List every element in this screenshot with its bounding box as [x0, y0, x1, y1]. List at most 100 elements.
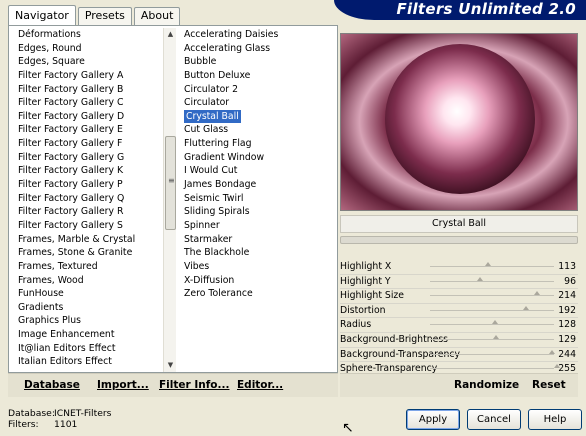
cancel-button[interactable]: Cancel	[467, 409, 521, 430]
category-item[interactable]: Graphics Plus	[17, 314, 159, 328]
parameter-slider[interactable]	[430, 305, 554, 311]
parameter-label: Radius	[340, 319, 372, 331]
parameter-value: 244	[558, 348, 576, 360]
parameter-slider[interactable]	[430, 364, 560, 370]
filter-item[interactable]: James Bondage	[183, 178, 333, 192]
preview-image	[340, 33, 578, 211]
filter-item-label: Starmaker	[184, 233, 233, 245]
filter-item[interactable]: Vibes	[183, 260, 333, 274]
database-button[interactable]: Database	[24, 379, 80, 391]
filter-item[interactable]: Circulator 2	[183, 83, 333, 97]
parameter-slider[interactable]	[430, 334, 554, 340]
scroll-up-icon[interactable]: ▲	[166, 30, 175, 39]
category-item[interactable]: Filter Factory Gallery Q	[17, 192, 159, 206]
category-item[interactable]: Italian Editors Effect	[17, 355, 159, 369]
category-item[interactable]: Filter Factory Gallery D	[17, 110, 159, 124]
slider-thumb-icon[interactable]	[492, 334, 499, 339]
category-item[interactable]: FunHouse	[17, 287, 159, 301]
parameter-slider[interactable]	[430, 262, 554, 267]
editor-button[interactable]: Editor...	[237, 379, 283, 391]
filter-item[interactable]: Zero Tolerance	[183, 287, 333, 301]
category-item[interactable]: Filter Factory Gallery A	[17, 69, 159, 83]
parameter-label: Background-Transparency	[340, 348, 460, 360]
category-item[interactable]: Filter Factory Gallery P	[17, 178, 159, 192]
category-item[interactable]: Filter Factory Gallery E	[17, 123, 159, 137]
parameter-row: Background-Brightness 129	[340, 333, 578, 348]
filter-item[interactable]: Seismic Twirl	[183, 192, 333, 206]
category-item[interactable]: Image Enhancement	[17, 328, 159, 342]
category-scrollbar[interactable]: ▲ ≡ ▼	[163, 28, 176, 372]
filter-item-label: Seismic Twirl	[184, 192, 244, 204]
filter-item[interactable]: Accelerating Daisies	[183, 28, 333, 42]
filter-item[interactable]: Starmaker	[183, 233, 333, 247]
category-item[interactable]: Edges, Square	[17, 55, 159, 69]
filter-item-label: Accelerating Glass	[184, 42, 271, 54]
filter-item[interactable]: Spinner	[183, 219, 333, 233]
filter-item[interactable]: Gradient Window	[183, 151, 333, 165]
slider-thumb-icon[interactable]	[484, 262, 491, 266]
category-item[interactable]: Filter Factory Gallery C	[17, 96, 159, 110]
crystal-ball-preview	[385, 44, 535, 194]
slider-thumb-icon[interactable]	[534, 291, 541, 296]
filter-item[interactable]: The Blackhole	[183, 246, 333, 260]
filter-item[interactable]: Button Deluxe	[183, 69, 333, 83]
filter-info-button[interactable]: Filter Info...	[159, 379, 229, 391]
parameter-slider[interactable]	[430, 291, 554, 297]
mouse-cursor-icon: ↖	[342, 420, 354, 436]
category-item[interactable]: Frames, Marble & Crystal	[17, 233, 159, 247]
category-item[interactable]: Filter Factory Gallery F	[17, 137, 159, 151]
category-item[interactable]: Déformations	[17, 28, 159, 42]
category-item[interactable]: Frames, Wood	[17, 274, 159, 288]
category-item[interactable]: Filter Factory Gallery G	[17, 151, 159, 165]
category-item[interactable]: Gradients	[17, 301, 159, 315]
category-item[interactable]: It@lian Editors Effect	[17, 342, 159, 356]
parameter-label: Background-Brightness	[340, 333, 449, 345]
scroll-down-icon[interactable]: ▼	[166, 361, 175, 370]
filter-item[interactable]: Cut Glass	[183, 123, 333, 137]
category-item[interactable]: Filter Factory Gallery K	[17, 164, 159, 178]
filter-item[interactable]: Circulator	[183, 96, 333, 110]
category-item[interactable]: Frames, Stone & Granite	[17, 246, 159, 260]
filter-item[interactable]: X-Diffusion	[183, 274, 333, 288]
slider-thumb-icon[interactable]	[476, 276, 483, 281]
filter-item-label: James Bondage	[184, 179, 257, 191]
filter-list[interactable]: Accelerating Daisies Accelerating Glass Bu…	[183, 28, 333, 301]
category-item[interactable]: Filter Factory Gallery R	[17, 205, 159, 219]
filter-item-label: Button Deluxe	[184, 69, 251, 81]
help-button[interactable]: Help	[528, 409, 582, 430]
filter-item[interactable]: I Would Cut	[183, 164, 333, 178]
filter-item-label: Sliding Spirals	[184, 206, 250, 218]
parameter-value: 214	[558, 290, 576, 302]
parameter-label: Distortion	[340, 304, 386, 316]
filter-item-label: Crystal Ball	[184, 109, 241, 124]
reset-button[interactable]: Reset	[532, 379, 566, 391]
slider-thumb-icon[interactable]	[523, 305, 530, 310]
filter-item-label: Bubble	[184, 56, 217, 68]
randomize-button[interactable]: Randomize	[454, 379, 519, 391]
filter-item[interactable]: Accelerating Glass	[183, 42, 333, 56]
parameter-slider[interactable]	[430, 276, 554, 282]
filter-item[interactable]: Bubble	[183, 55, 333, 69]
category-item[interactable]: Filter Factory Gallery S	[17, 219, 159, 233]
category-item[interactable]: Filter Factory Gallery B	[17, 83, 159, 97]
scroll-thumb[interactable]: ≡	[165, 136, 176, 230]
category-item[interactable]: Edges, Round	[17, 42, 159, 56]
category-item[interactable]: Frames, Textured	[17, 260, 159, 274]
parameter-value: 129	[558, 333, 576, 345]
parameter-slider[interactable]	[430, 320, 554, 326]
slider-thumb-icon[interactable]	[492, 320, 499, 325]
tab-navigator[interactable]: Navigator	[8, 5, 76, 25]
parameter-slider[interactable]	[430, 349, 555, 355]
category-list[interactable]: Déformations Edges, Round Edges, Square Fil…	[17, 28, 159, 369]
slider-thumb-icon[interactable]	[548, 349, 555, 354]
filter-item[interactable]: Crystal Ball	[183, 109, 333, 124]
tab-presets[interactable]: Presets	[77, 7, 132, 25]
apply-button[interactable]: Apply	[406, 409, 460, 430]
navigator-panel: Déformations Edges, Round Edges, Square Fil…	[8, 25, 338, 373]
filter-item[interactable]: Fluttering Flag	[183, 137, 333, 151]
import-button[interactable]: Import...	[97, 379, 149, 391]
parameter-value: 96	[564, 275, 576, 287]
filter-item-label: The Blackhole	[184, 247, 250, 259]
tab-about[interactable]: About	[133, 7, 181, 25]
filter-item[interactable]: Sliding Spirals	[183, 205, 333, 219]
